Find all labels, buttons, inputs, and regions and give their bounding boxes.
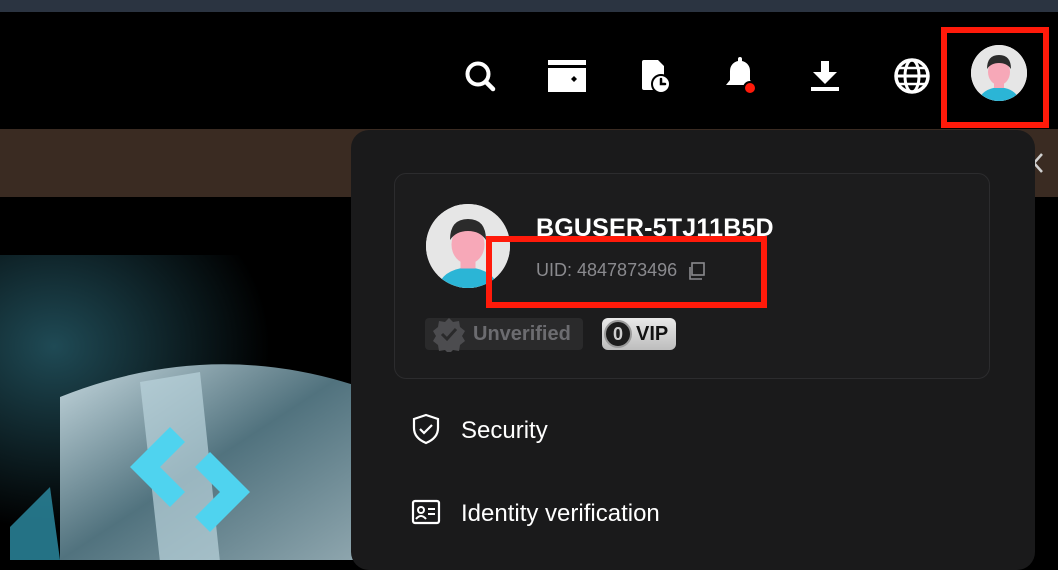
bell-icon[interactable] (720, 56, 760, 96)
globe-icon[interactable] (892, 56, 932, 96)
menu-item-security[interactable]: Security (411, 411, 548, 451)
avatar[interactable] (971, 45, 1027, 101)
uid-row: UID: 4847873496 (536, 260, 705, 281)
verification-status-badge[interactable]: Unverified (425, 318, 583, 352)
profile-card: BGUSER-5TJ11B5D UID: 4847873496 Unverifi… (394, 173, 990, 379)
menu-item-identity-verification-label: Identity verification (461, 500, 660, 527)
id-card-icon (411, 499, 441, 530)
wallet-icon[interactable] (547, 56, 587, 96)
uid-text: UID: 4847873496 (536, 260, 677, 281)
unverified-label: Unverified (473, 322, 571, 345)
history-icon[interactable] (634, 56, 674, 96)
menu-item-security-label: Security (461, 417, 548, 444)
username: BGUSER-5TJ11B5D (536, 214, 774, 242)
vip-level: 0 (604, 320, 632, 348)
copy-icon[interactable] (687, 261, 705, 280)
top-navbar (0, 12, 1058, 129)
search-icon[interactable] (460, 56, 500, 96)
menu-item-identity-verification[interactable]: Identity verification (411, 494, 660, 534)
profile-avatar (426, 204, 510, 288)
vip-label: VIP (636, 322, 669, 345)
shield-check-icon (411, 413, 441, 450)
account-dropdown: BGUSER-5TJ11B5D UID: 4847873496 Unverifi… (351, 130, 1035, 570)
browser-top-strip (0, 0, 1058, 12)
uid-value: 4847873496 (577, 260, 678, 280)
vip-badge[interactable]: 0 VIP (602, 318, 677, 350)
unverified-badge-icon (433, 318, 465, 352)
uid-label: UID: (536, 260, 572, 280)
download-icon[interactable] (805, 56, 845, 96)
